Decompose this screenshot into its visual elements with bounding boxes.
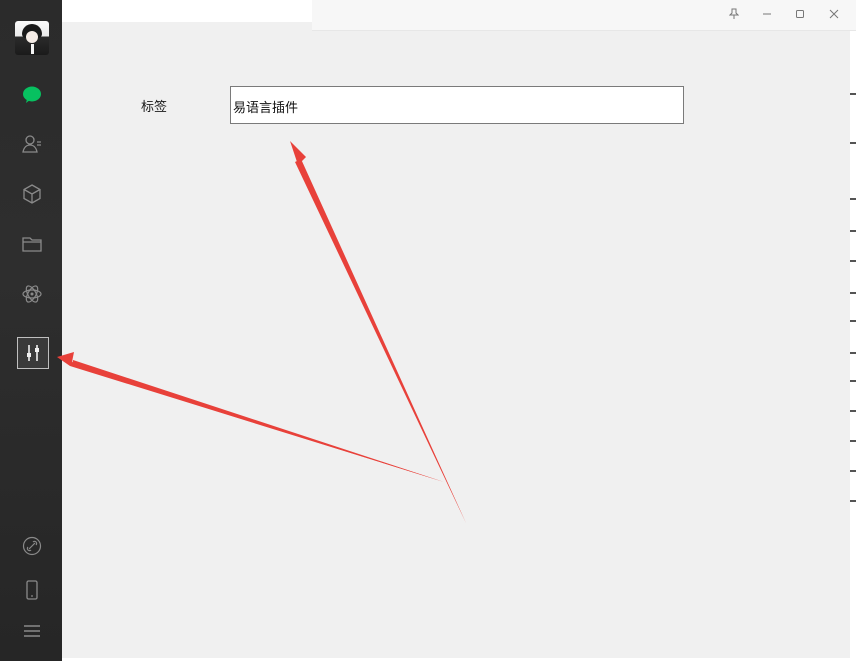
link-icon[interactable] bbox=[19, 533, 45, 559]
background-edge-mark bbox=[850, 142, 856, 144]
field-label: 标签 bbox=[141, 100, 168, 115]
background-edge-mark bbox=[850, 352, 856, 354]
background-edge-mark bbox=[850, 260, 856, 262]
close-button[interactable] bbox=[822, 4, 846, 24]
atom-icon[interactable] bbox=[19, 281, 45, 307]
sidebar bbox=[0, 0, 62, 661]
cube-icon[interactable] bbox=[19, 181, 45, 207]
background-edge-mark bbox=[850, 380, 856, 382]
background-edge-mark bbox=[850, 410, 856, 412]
title-bar bbox=[312, 0, 856, 31]
pin-button[interactable] bbox=[722, 4, 746, 24]
background-edge-mark bbox=[850, 470, 856, 472]
minimize-button[interactable] bbox=[755, 4, 779, 24]
label-text-field[interactable]: 易语言插件 bbox=[230, 86, 684, 124]
background-edge-mark bbox=[850, 440, 856, 442]
folder-icon[interactable] bbox=[19, 231, 45, 257]
background-edge-mark bbox=[850, 230, 856, 232]
maximize-icon bbox=[796, 10, 804, 18]
background-edge-mark bbox=[850, 93, 856, 95]
close-icon bbox=[829, 9, 839, 19]
menu-icon[interactable] bbox=[19, 618, 45, 644]
background-edge-mark bbox=[850, 320, 856, 322]
background-edge-mark bbox=[850, 292, 856, 294]
maximize-button[interactable] bbox=[788, 4, 812, 24]
sliders-icon[interactable] bbox=[17, 337, 49, 369]
avatar[interactable] bbox=[15, 21, 49, 55]
contacts-icon[interactable] bbox=[19, 131, 45, 157]
pin-icon bbox=[729, 8, 739, 19]
background-edge-mark bbox=[850, 500, 856, 502]
background-right-strip bbox=[849, 22, 856, 661]
chat-icon[interactable] bbox=[19, 82, 45, 108]
background-edge-mark bbox=[850, 198, 856, 200]
phone-icon[interactable] bbox=[19, 577, 45, 603]
minimize-icon bbox=[763, 13, 771, 15]
